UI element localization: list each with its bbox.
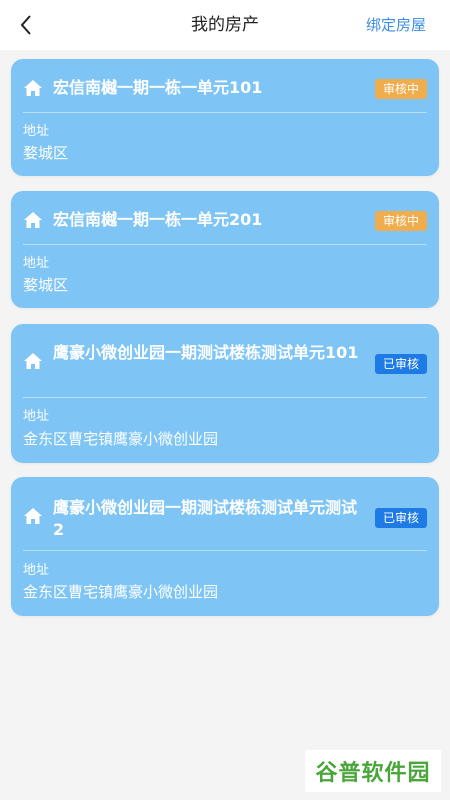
- address-value: 金东区曹宅镇鹰豪小微创业园: [23, 583, 219, 601]
- card-header: 鹰豪小微创业园一期测试楼栋测试单元101 已审核: [23, 324, 427, 398]
- card-header: 宏信南樾一期一栋一单元101 审核中: [23, 59, 427, 113]
- address-value: 婺城区: [23, 144, 69, 162]
- bind-house-button[interactable]: 绑定房屋: [366, 0, 426, 50]
- card-header: 鹰豪小微创业园一期测试楼栋测试单元测试2 已审核: [23, 477, 427, 551]
- property-card[interactable]: 宏信南樾一期一栋一单元201 审核中 地址 婺城区: [11, 191, 439, 308]
- property-title: 宏信南樾一期一栋一单元201: [53, 210, 263, 229]
- address-value: 金东区曹宅镇鹰豪小微创业园: [23, 430, 219, 448]
- property-title: 鹰豪小微创业园一期测试楼栋测试单元101: [53, 343, 359, 362]
- address-label: 地址: [23, 124, 50, 139]
- card-header: 宏信南樾一期一栋一单元201 审核中: [23, 191, 427, 245]
- status-badge: 已审核: [374, 508, 427, 528]
- address-label: 地址: [23, 563, 50, 578]
- property-card[interactable]: 宏信南樾一期一栋一单元101 审核中 地址 婺城区: [11, 59, 439, 176]
- status-badge: 已审核: [374, 354, 427, 374]
- address-label: 地址: [23, 409, 50, 424]
- status-badge: 审核中: [374, 79, 427, 99]
- home-icon: [24, 212, 42, 228]
- address-value: 婺城区: [23, 276, 69, 294]
- status-badge: 审核中: [374, 211, 427, 231]
- property-title: 鹰豪小微创业园一期测试楼栋测试单元测试2: [53, 498, 358, 539]
- nav-bar: 我的房产 绑定房屋: [0, 0, 450, 50]
- watermark-logo: 谷普软件园: [305, 750, 441, 792]
- home-icon: [24, 508, 42, 524]
- property-card[interactable]: 鹰豪小微创业园一期测试楼栋测试单元101 已审核 地址 金东区曹宅镇鹰豪小微创业…: [11, 324, 439, 463]
- home-icon: [24, 80, 42, 96]
- address-label: 地址: [23, 256, 50, 271]
- property-card[interactable]: 鹰豪小微创业园一期测试楼栋测试单元测试2 已审核 地址 金东区曹宅镇鹰豪小微创业…: [11, 477, 439, 616]
- home-icon: [24, 353, 42, 369]
- property-title: 宏信南樾一期一栋一单元101: [53, 78, 263, 97]
